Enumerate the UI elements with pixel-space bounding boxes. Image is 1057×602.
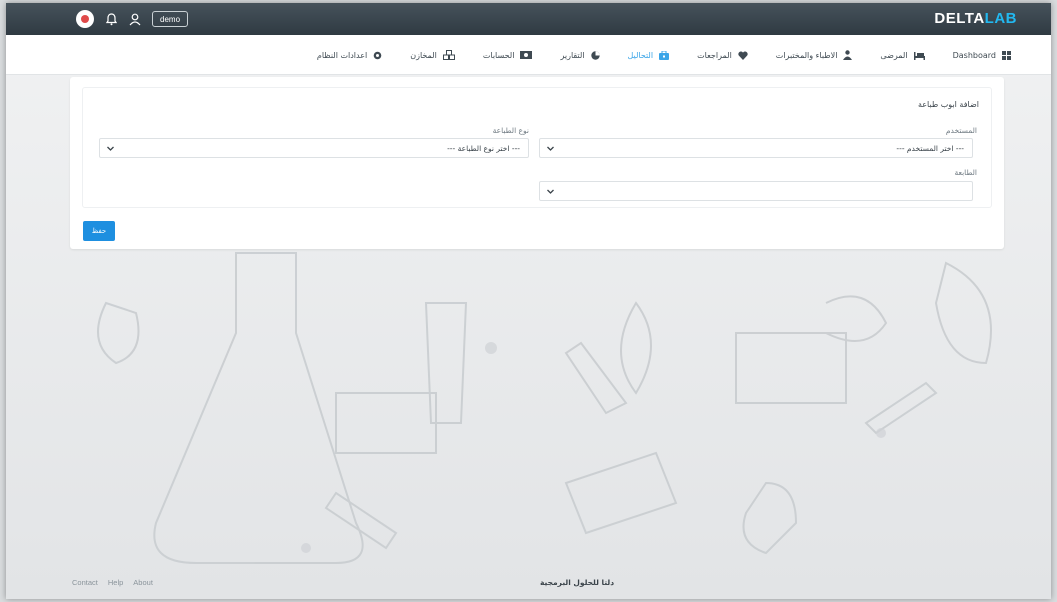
user-select-value: --- اختر المستخدم ---	[896, 144, 964, 153]
nav-label: المرضى	[880, 50, 908, 60]
chevron-down-icon	[547, 146, 554, 151]
printer-field-label: الطابعة	[954, 168, 977, 177]
print-type-select-value: --- اختر نوع الطباعة ---	[447, 144, 520, 153]
money-icon	[520, 51, 533, 59]
gear-icon	[373, 51, 382, 59]
nav-label: المراجعات	[697, 50, 732, 60]
save-button[interactable]: حفظ	[83, 221, 115, 241]
nav-item-patients[interactable]: المرضى	[880, 50, 925, 60]
footer-link-about[interactable]: About	[133, 578, 153, 587]
print-type-field-label: نوع الطباعة	[492, 126, 529, 135]
nav-label: الاطباء والمختبرات	[775, 50, 838, 60]
nav-item-reviews[interactable]: المراجعات	[697, 51, 748, 60]
form-title: اضافة ابوب طباعة	[917, 100, 979, 109]
heart-icon	[738, 50, 748, 60]
nav-item-dashboard[interactable]: Dashboard	[952, 50, 1011, 60]
chevron-down-icon	[547, 189, 554, 194]
user-menu-button[interactable]: demo	[152, 11, 189, 27]
nav-item-doctors-labs[interactable]: الاطباء والمختبرات	[776, 50, 853, 60]
nav-label: التقارير	[560, 50, 585, 60]
nav-item-reports[interactable]: التقارير	[560, 50, 600, 60]
bell-icon[interactable]	[104, 11, 118, 27]
nav-item-stores[interactable]: المخازن	[410, 50, 455, 60]
boxes-icon	[442, 50, 455, 60]
printer-select[interactable]	[539, 181, 973, 201]
chevron-down-icon	[107, 146, 114, 151]
user-field-label: المستخدم	[945, 126, 977, 135]
nav-item-accounts[interactable]: الحسابات	[483, 51, 533, 60]
user-area: demo	[76, 7, 189, 31]
bed-icon	[913, 51, 925, 60]
avatar[interactable]	[76, 10, 94, 28]
top-bar: demo DELTALAB	[6, 3, 1051, 35]
main-navigation: Dashboard المرضى الاطباء والمختبرات المر…	[6, 35, 1051, 75]
brand-logo[interactable]: DELTALAB	[934, 10, 1017, 27]
print-mapping-form-card: اضافة ابوب طباعة المستخدم --- اختر المست…	[70, 77, 1004, 249]
nav-item-analyses[interactable]: التحاليل	[627, 50, 670, 60]
nav-label: المخازن	[410, 50, 437, 60]
nav-label: الحسابات	[482, 50, 515, 60]
brand-part-1: DELTA	[934, 10, 985, 27]
doctor-icon	[843, 50, 853, 60]
nav-label: Dashboard	[952, 50, 996, 60]
footer: Contact Help About دلتا للحلول البرمجية	[6, 571, 1051, 599]
app-window: demo DELTALAB Dashboard المرضى الاطباء و…	[6, 3, 1051, 599]
grid-icon	[1002, 50, 1011, 60]
briefcase-icon	[659, 50, 670, 60]
footer-link-contact[interactable]: Contact	[72, 578, 98, 587]
user-icon[interactable]	[128, 11, 142, 27]
footer-copyright: دلتا للحلول البرمجية	[540, 578, 615, 587]
form-panel: اضافة ابوب طباعة المستخدم --- اختر المست…	[82, 87, 992, 208]
footer-links: Contact Help About	[72, 578, 153, 587]
nav-label: اعدادات النظام	[316, 50, 368, 60]
footer-link-help[interactable]: Help	[108, 578, 123, 587]
pie-chart-icon	[590, 50, 600, 60]
user-select[interactable]: --- اختر المستخدم ---	[539, 138, 973, 158]
brand-part-2: LAB	[984, 10, 1017, 27]
print-type-select[interactable]: --- اختر نوع الطباعة ---	[99, 138, 529, 158]
nav-label: التحاليل	[627, 50, 654, 60]
nav-item-system-settings[interactable]: اعدادات النظام	[317, 51, 382, 60]
